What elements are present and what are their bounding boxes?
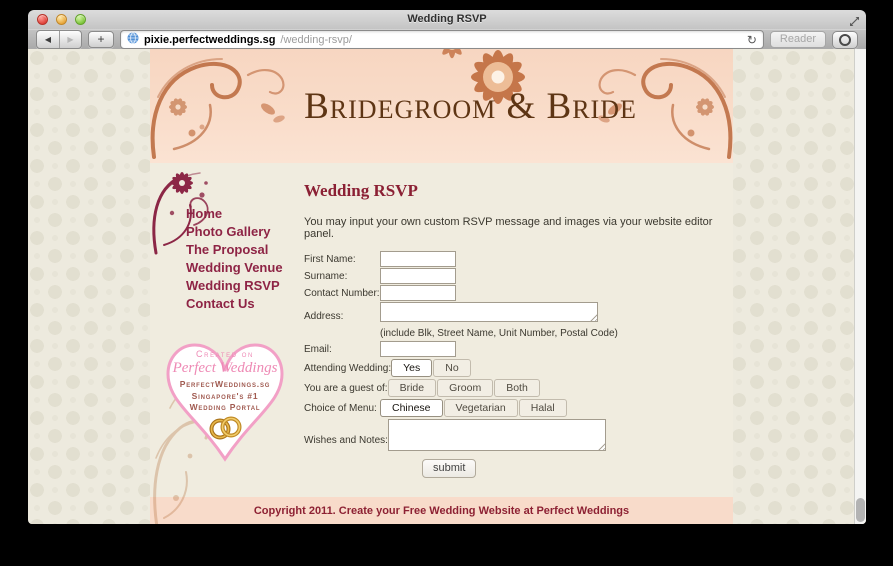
page-viewport: Bridegroom & Bride Home Photo Gallery Th… <box>28 49 866 524</box>
contact-number-label: Contact Number: <box>304 287 380 299</box>
site-body: Home Photo Gallery The Proposal Wedding … <box>150 163 733 524</box>
minimize-button[interactable] <box>56 14 67 25</box>
badge-tagline-2: Wedding Portal <box>189 402 261 412</box>
rsvp-form: First Name: Surname: Contact Number: Add… <box>304 251 723 478</box>
guest-of-row: You are a guest of: Bride Groom Both <box>304 379 723 397</box>
guest-groom-button[interactable]: Groom <box>437 379 494 397</box>
guest-both-button[interactable]: Both <box>494 379 540 397</box>
downloads-button[interactable] <box>832 30 858 49</box>
intro-text: You may input your own custom RSVP messa… <box>304 216 713 240</box>
contact-number-row: Contact Number: <box>304 285 723 301</box>
wedding-rings-icon <box>163 415 287 445</box>
contact-number-field[interactable] <box>380 285 456 301</box>
badge-text: Created on Perfect Weddings PerfectWeddi… <box>163 335 287 469</box>
zoom-button[interactable] <box>75 14 86 25</box>
traffic-lights <box>37 14 86 25</box>
browser-chrome: Wedding RSVP ◀ ▶ + pixie.perfectweddings… <box>28 10 866 50</box>
surname-label: Surname: <box>304 270 348 282</box>
email-field[interactable] <box>380 341 456 357</box>
nav-item-contact-us[interactable]: Contact Us <box>186 297 283 310</box>
submit-row: submit <box>304 458 723 478</box>
address-row: Address: (include Blk, Street Name, Unit… <box>304 302 723 340</box>
forward-button[interactable]: ▶ <box>59 31 81 48</box>
menu-chinese-button[interactable]: Chinese <box>380 399 443 417</box>
menu-vegetarian-button[interactable]: Vegetarian <box>443 399 518 417</box>
nav-item-the-proposal[interactable]: The Proposal <box>186 243 283 256</box>
url-host: pixie.perfectweddings.sg <box>144 33 276 46</box>
first-name-label: First Name: <box>304 253 356 265</box>
address-hint: (include Blk, Street Name, Unit Number, … <box>380 328 618 339</box>
close-button[interactable] <box>37 14 48 25</box>
site-footer: Copyright 2011. Create your Free Wedding… <box>150 497 733 524</box>
badge-tagline-1: Singapore's #1 <box>191 390 259 401</box>
site-title: Bridegroom & Bride <box>304 86 637 127</box>
wishes-row: Wishes and Notes: <box>304 419 723 451</box>
address-field[interactable] <box>380 302 598 322</box>
wishes-label: Wishes and Notes: <box>304 435 388 446</box>
history-nav-group: ◀ ▶ <box>36 30 82 49</box>
refresh-icon[interactable]: ↻ <box>747 34 757 46</box>
site-nav: Home Photo Gallery The Proposal Wedding … <box>186 207 283 315</box>
nav-item-photo-gallery[interactable]: Photo Gallery <box>186 225 283 238</box>
globe-icon <box>127 32 139 47</box>
submit-button[interactable]: submit <box>422 459 477 478</box>
sidebar: Home Photo Gallery The Proposal Wedding … <box>150 163 300 524</box>
attending-yes-button[interactable]: Yes <box>391 359 433 377</box>
surname-field[interactable] <box>380 268 456 284</box>
copyright-text: Copyright 2011. Create your Free Wedding… <box>253 504 630 517</box>
first-name-field[interactable] <box>380 251 456 267</box>
email-label: Email: <box>304 343 332 355</box>
wedding-site-page: Bridegroom & Bride Home Photo Gallery Th… <box>150 49 733 524</box>
window-titlebar[interactable]: Wedding RSVP <box>28 10 866 30</box>
scrollbar-thumb[interactable] <box>856 498 865 522</box>
main-content: Wedding RSVP You may input your own cust… <box>300 163 733 497</box>
nav-item-wedding-venue[interactable]: Wedding Venue <box>186 261 283 274</box>
url-path: /wedding-rsvp/ <box>280 33 352 46</box>
guest-of-label: You are a guest of: <box>304 382 388 394</box>
perfect-weddings-badge[interactable]: Created on Perfect Weddings PerfectWeddi… <box>163 335 287 469</box>
attending-label: Attending Wedding: <box>304 362 392 374</box>
back-button[interactable]: ◀ <box>37 31 59 48</box>
nav-item-wedding-rsvp[interactable]: Wedding RSVP <box>186 279 283 292</box>
first-name-row: First Name: <box>304 251 723 267</box>
new-tab-button[interactable]: + <box>88 31 114 48</box>
fullscreen-icon[interactable] <box>849 14 860 32</box>
menu-label: Choice of Menu: <box>304 402 377 414</box>
url-field[interactable]: pixie.perfectweddings.sg/wedding-rsvp/ ↻ <box>120 30 764 49</box>
attending-no-button[interactable]: No <box>433 359 471 377</box>
desktop-background: Wedding RSVP ◀ ▶ + pixie.perfectweddings… <box>0 0 893 566</box>
window-title: Wedding RSVP <box>407 13 487 25</box>
address-label: Address: <box>304 311 344 322</box>
guest-bride-button[interactable]: Bride <box>387 379 437 397</box>
page-title: Wedding RSVP <box>304 181 418 200</box>
browser-window: Wedding RSVP ◀ ▶ + pixie.perfectweddings… <box>28 10 866 524</box>
nav-item-home[interactable]: Home <box>186 207 283 220</box>
surname-row: Surname: <box>304 268 723 284</box>
vertical-scrollbar[interactable] <box>854 49 866 524</box>
browser-toolbar: ◀ ▶ + pixie.perfectweddings.sg/wedding-r… <box>28 30 866 49</box>
wishes-field[interactable] <box>387 419 606 451</box>
reader-button[interactable]: Reader <box>769 31 826 48</box>
badge-domain: PerfectWeddings.sg <box>179 379 271 389</box>
badge-created-on: Created on <box>196 349 254 359</box>
menu-halal-button[interactable]: Halal <box>518 399 567 417</box>
site-header: Bridegroom & Bride <box>150 49 733 163</box>
email-row: Email: <box>304 341 723 357</box>
attending-row: Attending Wedding: Yes No <box>304 359 723 377</box>
menu-row: Choice of Menu: Chinese Vegetarian Halal <box>304 399 723 417</box>
badge-brand: Perfect Weddings <box>172 360 278 376</box>
circle-icon <box>839 33 851 46</box>
